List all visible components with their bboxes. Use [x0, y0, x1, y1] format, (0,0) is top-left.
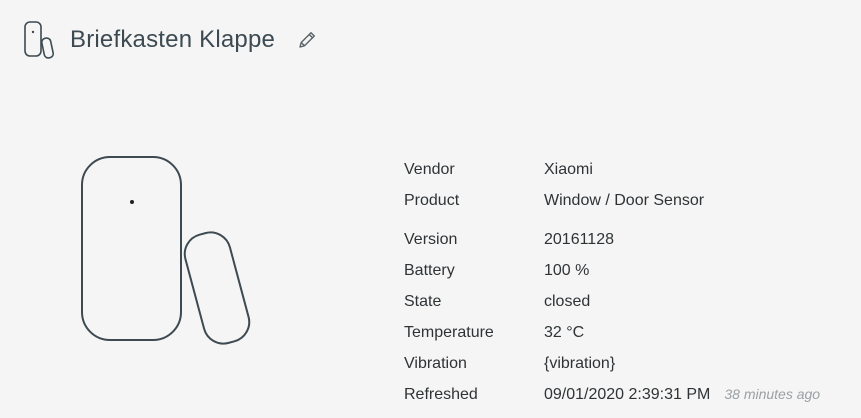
- detail-key: Product: [404, 192, 460, 209]
- detail-value: Window / Door Sensor: [544, 192, 705, 209]
- detail-value: closed: [544, 293, 591, 310]
- detail-key: State: [404, 293, 442, 310]
- detail-row-refreshed: Refreshed 09/01/2020 2:39:31 PM 38 minut…: [404, 379, 820, 410]
- detail-key: Temperature: [404, 324, 494, 341]
- detail-key: Refreshed: [404, 386, 478, 403]
- device-details: Vendor Xiaomi Product Window / Door Sens…: [404, 154, 820, 410]
- pencil-icon: [299, 32, 316, 48]
- detail-key: Battery: [404, 262, 455, 279]
- detail-row-temperature: Temperature 32 °C: [404, 317, 820, 348]
- detail-row-product: Product Window / Door Sensor: [404, 185, 820, 216]
- detail-row-battery: Battery 100 %: [404, 255, 820, 286]
- detail-value: 100 %: [544, 262, 590, 279]
- detail-value: Xiaomi: [544, 161, 593, 178]
- door-sensor-icon: [24, 21, 55, 59]
- detail-value: {vibration}: [544, 355, 616, 372]
- sensor-indicator-dot: [130, 200, 134, 204]
- detail-key: Vibration: [404, 355, 467, 372]
- refreshed-relative-time: 38 minutes ago: [724, 386, 821, 402]
- sensor-magnet: [183, 231, 251, 345]
- detail-row-vendor: Vendor Xiaomi: [404, 154, 820, 185]
- page-header: Briefkasten Klappe: [22, 18, 319, 62]
- detail-value: 09/01/2020 2:39:31 PM: [544, 386, 711, 403]
- door-sensor-illustration: [81, 156, 251, 345]
- detail-value: 20161128: [544, 231, 614, 248]
- detail-value: 32 °C: [544, 324, 585, 341]
- detail-row-version: Version 20161128: [404, 224, 820, 255]
- detail-key: Vendor: [404, 161, 455, 178]
- edit-name-button[interactable]: [295, 28, 319, 52]
- detail-row-state: State closed: [404, 286, 820, 317]
- detail-key: Version: [404, 231, 458, 248]
- detail-row-vibration: Vibration {vibration}: [404, 348, 820, 379]
- sensor-main-body: [81, 156, 182, 341]
- page-title: Briefkasten Klappe: [70, 26, 276, 53]
